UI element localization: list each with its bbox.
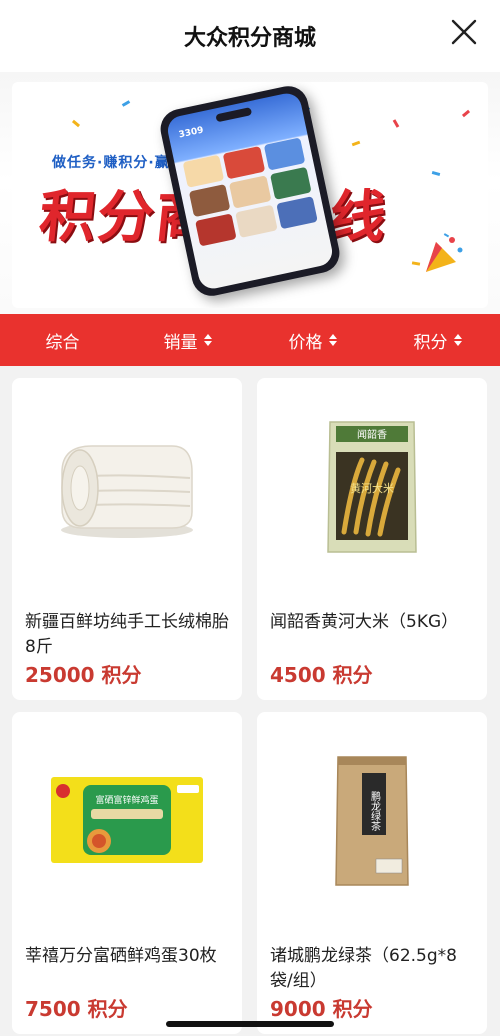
egg-box-title: 富硒富锌鲜鸡蛋 <box>95 794 158 806</box>
product-price: 4500 积分 <box>270 663 373 687</box>
party-popper-icon <box>426 233 463 272</box>
rice-bag-image: 闻韶香 黄河大米 <box>257 378 487 596</box>
filter-label: 积分 <box>413 332 448 353</box>
product-name: 新疆百鲜坊纯手工长绒棉胎8斤 <box>25 612 229 657</box>
filter-sales[interactable]: 销量 <box>125 328 250 353</box>
filter-label: 综合 <box>45 332 80 353</box>
promo-banner-card[interactable]: 做任务·赚积分·赢礼品 积分商城上线 3309 <box>12 82 488 308</box>
quilt-image <box>12 378 242 596</box>
close-icon[interactable] <box>450 18 478 46</box>
product-card[interactable]: 闻韶香 黄河大米 闻韶香黄河大米（5KG） 4500 积分 <box>257 378 487 700</box>
product-name: 闻韶香黄河大米（5KG） <box>270 612 459 632</box>
sort-arrows-icon <box>203 334 212 346</box>
product-name: 莘禧万分富硒鲜鸡蛋30枚 <box>25 946 217 966</box>
filter-comprehensive[interactable]: 综合 <box>0 328 125 353</box>
rice-brand: 闻韶香 <box>357 428 387 441</box>
rice-text: 黄河大米 <box>350 481 394 495</box>
sort-arrows-icon <box>328 334 337 346</box>
filter-label: 销量 <box>163 332 198 353</box>
product-price: 9000 积分 <box>270 997 373 1021</box>
filter-price[interactable]: 价格 <box>250 328 375 353</box>
promo-banner[interactable]: 做任务·赚积分·赢礼品 积分商城上线 3309 <box>0 72 500 314</box>
product-price: 25000 积分 <box>25 663 142 687</box>
phone-mockup-image: 3309 <box>156 82 344 300</box>
page-title: 大众积分商城 <box>183 26 316 51</box>
sort-filter-bar: 综合 销量 价格 积分 <box>0 314 500 366</box>
product-card[interactable]: 富硒富锌鲜鸡蛋 莘禧万分富硒鲜鸡蛋30枚 7500 积分 <box>12 712 242 1034</box>
product-name: 诸城鹏龙绿茶（62.5g*8袋/组） <box>270 946 457 991</box>
sort-arrows-icon <box>453 334 462 346</box>
tea-bag-text: 鹏龙绿茶 <box>369 790 381 831</box>
filter-points[interactable]: 积分 <box>375 328 500 353</box>
filter-label: 价格 <box>288 332 323 353</box>
product-card[interactable]: 新疆百鲜坊纯手工长绒棉胎8斤 25000 积分 <box>12 378 242 700</box>
egg-box-image: 富硒富锌鲜鸡蛋 <box>12 712 242 930</box>
tea-bag-image: 鹏龙绿茶 <box>257 712 487 930</box>
product-card[interactable]: 鹏龙绿茶 诸城鹏龙绿茶（62.5g*8袋/组） 9000 积分 <box>257 712 487 1034</box>
product-price: 7500 积分 <box>25 997 128 1021</box>
top-bar: 大众积分商城 <box>0 0 500 72</box>
home-indicator[interactable] <box>166 1021 334 1027</box>
phone-points: 3309 <box>177 125 205 141</box>
